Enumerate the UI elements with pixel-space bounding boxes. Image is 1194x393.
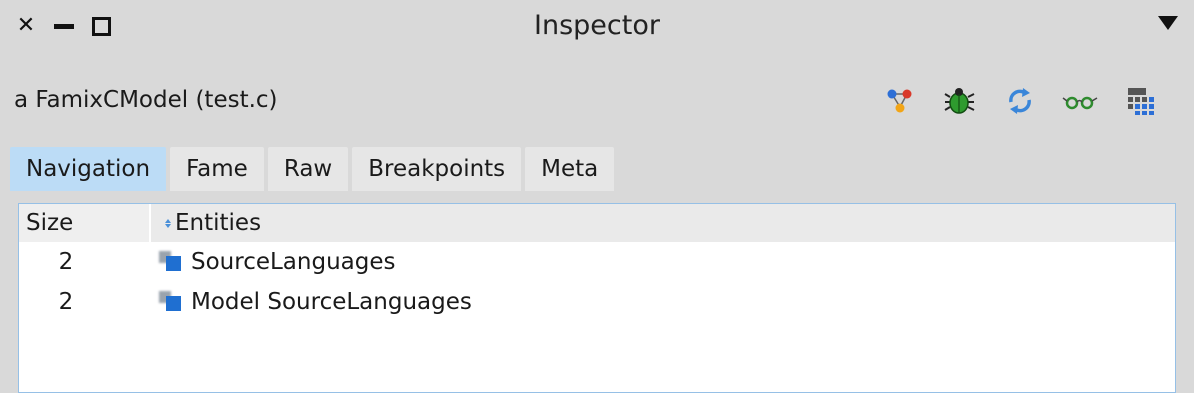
inspected-object-title: a FamixCModel (test.c) (14, 87, 278, 113)
calculator-grid-icon (1128, 88, 1154, 115)
browse-glasses-icon (1062, 96, 1098, 110)
refresh-icon (1009, 88, 1031, 114)
tab-navigation[interactable]: Navigation (10, 147, 167, 191)
collection-icon (159, 291, 185, 313)
table-row[interactable]: 2 SourceLanguages (19, 242, 1175, 282)
visualize-button[interactable] (870, 84, 930, 118)
tab-breakpoints[interactable]: Breakpoints (352, 147, 522, 191)
column-header-size[interactable]: Size (26, 204, 73, 242)
window-menu-chevron-down-icon[interactable] (1158, 16, 1178, 30)
visualize-icon (887, 89, 912, 113)
calculator-button[interactable] (1110, 84, 1170, 118)
window-titlebar: ✕ Inspector (0, 0, 1194, 52)
refresh-button[interactable] (990, 84, 1050, 118)
column-header-entities[interactable]: Entities (151, 204, 1175, 242)
debug-bug-icon (944, 88, 975, 114)
debug-button[interactable] (930, 84, 990, 118)
entities-table: Size Entities 2 SourceLanguages 2 Model … (18, 203, 1176, 393)
window-title: Inspector (534, 10, 660, 41)
tab-raw[interactable]: Raw (267, 147, 349, 191)
tab-meta[interactable]: Meta (525, 147, 615, 191)
row-entity-label: SourceLanguages (191, 249, 396, 275)
row-entity: Model SourceLanguages (159, 282, 472, 322)
tab-fame[interactable]: Fame (170, 147, 264, 191)
row-size: 2 (58, 289, 74, 315)
row-entity: SourceLanguages (159, 242, 395, 282)
inspector-tabs: Navigation Fame Raw Breakpoints Meta (10, 147, 615, 191)
row-entity-label: Model SourceLanguages (191, 289, 472, 315)
table-row[interactable]: 2 Model SourceLanguages (19, 282, 1175, 322)
browse-button[interactable] (1050, 84, 1110, 118)
sort-icon (165, 218, 171, 228)
table-header: Size Entities (19, 204, 1175, 242)
inspector-toolbar (870, 84, 1170, 118)
collection-icon (159, 251, 185, 273)
row-size: 2 (58, 249, 74, 275)
column-header-entities-label: Entities (175, 210, 262, 236)
